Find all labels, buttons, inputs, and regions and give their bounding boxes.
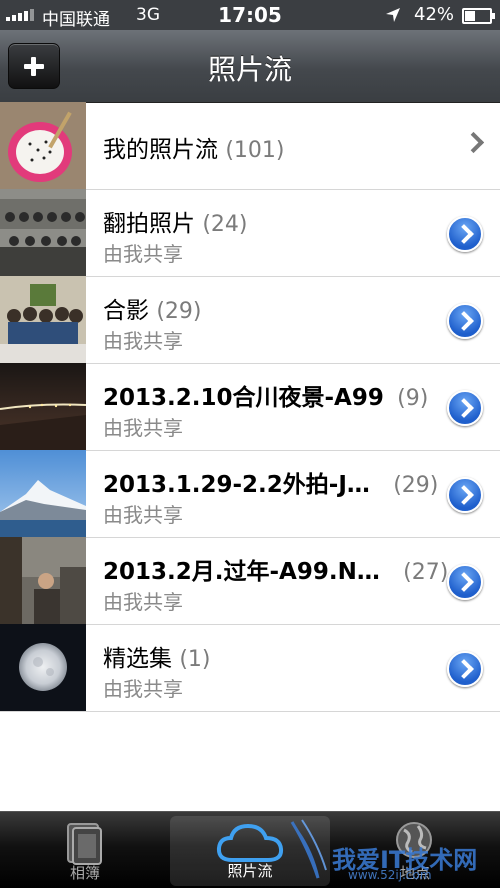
album-name: 我的照片流 <box>103 137 218 163</box>
album-thumbnail <box>0 276 86 363</box>
disclosure-button[interactable] <box>447 564 483 600</box>
navigation-bar: 照片流 <box>0 30 500 103</box>
list-item-my-photo-stream[interactable]: 我的照片流 (101) <box>0 102 500 190</box>
album-name: 精选集 <box>103 646 172 672</box>
shared-by-label: 由我共享 <box>103 242 183 266</box>
list-item-album[interactable]: 2013.2月.过年-A99.N… (27) 由我共享 <box>0 537 500 625</box>
album-count: (29) <box>393 473 439 498</box>
shared-by-label: 由我共享 <box>103 590 183 614</box>
album-count: (24) <box>202 212 248 237</box>
location-arrow-icon <box>386 8 400 22</box>
album-thumbnail <box>0 537 86 624</box>
album-count: (27) <box>403 560 449 585</box>
album-title-row: 合影 (29) <box>103 291 201 325</box>
tab-label: 相簿 <box>69 864 100 882</box>
album-title-row: 我的照片流 (101) <box>103 130 284 164</box>
disclosure-button[interactable] <box>447 390 483 426</box>
album-title-row: 翻拍照片 (24) <box>103 204 247 238</box>
album-count: (1) <box>179 647 211 672</box>
list-item-album[interactable]: 翻拍照片 (24) 由我共享 <box>0 189 500 277</box>
album-count: (101) <box>225 138 285 163</box>
album-title-row: 2013.2月.过年-A99.N… (27) <box>103 552 448 586</box>
shared-by-label: 由我共享 <box>103 416 183 440</box>
disclosure-button[interactable] <box>447 216 483 252</box>
status-bar: 中国联通 3G 17:05 42% <box>0 0 500 30</box>
album-thumbnail <box>0 624 86 711</box>
watermark: 我爱IT技术网 www.52ij.com <box>288 818 500 887</box>
shared-by-label: 由我共享 <box>103 677 183 701</box>
disclosure-button[interactable] <box>447 651 483 687</box>
battery-icon <box>462 8 495 24</box>
disclosure-button[interactable] <box>447 477 483 513</box>
album-thumbnail <box>0 363 86 450</box>
albums-icon <box>67 823 102 865</box>
album-title-row: 精选集 (1) <box>103 639 210 673</box>
cloud-icon <box>216 823 284 862</box>
album-name: 合影 <box>103 298 149 324</box>
list-item-album[interactable]: 合影 (29) 由我共享 <box>0 276 500 364</box>
album-thumbnail <box>0 189 86 276</box>
disclosure-button[interactable] <box>447 303 483 339</box>
album-name: 2013.2.10合川夜景-A99 <box>103 385 384 411</box>
album-name: 2013.2月.过年-A99.N… <box>103 559 380 585</box>
shared-by-label: 由我共享 <box>103 329 183 353</box>
shared-by-label: 由我共享 <box>103 503 183 527</box>
album-thumbnail <box>0 102 86 189</box>
page-title: 照片流 <box>207 53 292 86</box>
album-title-row: 2013.1.29-2.2外拍-J… (29) <box>103 465 438 499</box>
chevron-right-icon <box>462 131 485 154</box>
battery-percent: 42% <box>414 4 455 25</box>
album-count: (9) <box>397 386 429 411</box>
tab-albums[interactable]: 相簿 <box>20 812 150 888</box>
album-thumbnail <box>0 450 86 537</box>
album-name: 2013.1.29-2.2外拍-J… <box>103 472 370 498</box>
list-item-album[interactable]: 2013.1.29-2.2外拍-J… (29) 由我共享 <box>0 450 500 538</box>
watermark-url: www.52ij.com <box>348 868 432 882</box>
list-item-album[interactable]: 精选集 (1) 由我共享 <box>0 624 500 712</box>
list-item-album[interactable]: 2013.2.10合川夜景-A99 (9) 由我共享 <box>0 363 500 451</box>
album-count: (29) <box>156 299 202 324</box>
album-name: 翻拍照片 <box>103 211 195 237</box>
album-title-row: 2013.2.10合川夜景-A99 (9) <box>103 378 428 412</box>
